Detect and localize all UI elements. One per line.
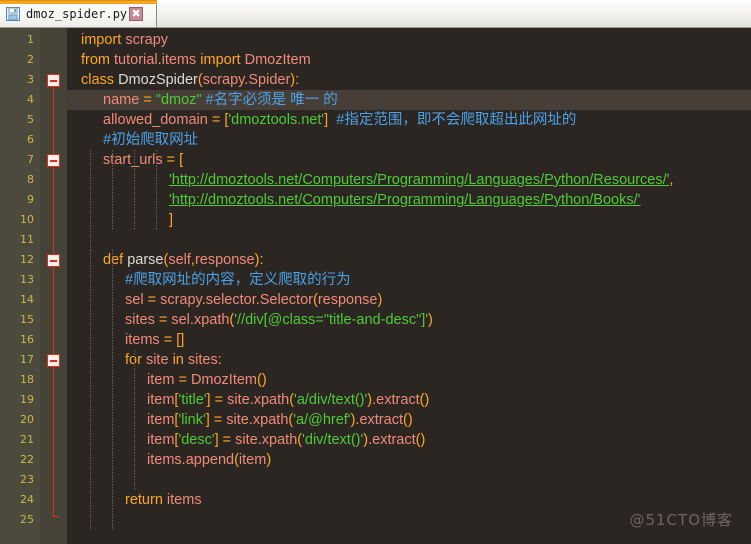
save-disk-icon xyxy=(6,6,20,21)
fold-end-tick xyxy=(53,516,59,517)
code-line[interactable]: #爬取网址的内容，定义爬取的行为 xyxy=(67,270,751,290)
active-tab-accent xyxy=(0,0,157,4)
code-text: start_urls = [ xyxy=(103,152,184,168)
code-text: def parse(self,response): xyxy=(103,252,264,268)
indent-guide xyxy=(90,150,91,250)
code-text: items.append(item) xyxy=(147,452,272,468)
line-number: 6 xyxy=(27,133,34,146)
line-number: 13 xyxy=(20,273,34,286)
fold-toggle-icon[interactable] xyxy=(47,154,60,167)
indent-guide xyxy=(112,150,113,230)
code-text: 'http://dmoztools.net/Computers/Programm… xyxy=(169,172,674,188)
code-line[interactable]: #初始爬取网址 xyxy=(67,130,751,150)
code-line[interactable]: items = [] xyxy=(67,330,751,350)
code-editor-window: dmoz_spider.py ✖ 1 2 3 4 5 6 7 8 9 10 11 12 13 14 15 16… xyxy=(0,0,751,544)
line-number: 12 xyxy=(20,253,34,266)
code-text: #初始爬取网址 xyxy=(103,132,199,148)
indent-guide xyxy=(134,150,135,230)
code-line[interactable]: allowed_domain = ['dmoztools.net'] #指定范围… xyxy=(67,110,751,130)
line-number: 23 xyxy=(20,473,34,486)
tab-bar: dmoz_spider.py ✖ xyxy=(0,0,751,28)
code-text: item['desc'] = site.xpath('div/text()').… xyxy=(147,432,426,448)
tab-dmoz-spider-py[interactable]: dmoz_spider.py ✖ xyxy=(0,0,157,27)
line-number: 3 xyxy=(27,73,34,86)
fold-range-line xyxy=(53,80,54,516)
line-number: 19 xyxy=(20,393,34,406)
line-number: 10 xyxy=(20,213,34,226)
code-line[interactable]: 'http://dmoztools.net/Computers/Programm… xyxy=(67,190,751,210)
line-number: 7 xyxy=(27,153,34,166)
code-text: ] xyxy=(169,212,174,228)
code-text: for site in sites: xyxy=(125,352,222,368)
code-line[interactable]: class DmozSpider(scrapy.Spider): xyxy=(67,70,751,90)
indent-guide xyxy=(112,250,113,530)
code-line[interactable]: import scrapy xyxy=(67,30,751,50)
line-number: 18 xyxy=(20,373,34,386)
fold-toggle-icon[interactable] xyxy=(47,354,60,367)
code-text: item['link'] = site.xpath('a/@href').ext… xyxy=(147,412,413,428)
code-line[interactable]: for site in sites: xyxy=(67,350,751,370)
code-line[interactable]: item['title'] = site.xpath('a/div/text()… xyxy=(67,390,751,410)
line-number: 22 xyxy=(20,453,34,466)
tab-title: dmoz_spider.py xyxy=(26,6,128,21)
line-number: 8 xyxy=(27,173,34,186)
code-line[interactable]: start_urls = [ xyxy=(67,150,751,170)
line-number: 5 xyxy=(27,113,34,126)
code-text: class DmozSpider(scrapy.Spider): xyxy=(81,72,300,88)
line-number: 20 xyxy=(20,413,34,426)
code-line[interactable]: ] xyxy=(67,210,751,230)
code-line[interactable] xyxy=(67,230,751,250)
code-text: return items xyxy=(125,492,202,508)
line-number: 15 xyxy=(20,313,34,326)
code-text: sel = scrapy.selector.Selector(response) xyxy=(125,292,383,308)
indent-guide xyxy=(156,150,157,230)
close-icon[interactable]: ✖ xyxy=(129,6,144,21)
code-line[interactable]: return items xyxy=(67,490,751,510)
fold-toggle-icon[interactable] xyxy=(47,254,60,267)
code-text: items = [] xyxy=(125,332,185,348)
code-text: item = DmozItem() xyxy=(147,372,267,388)
code-text: item['title'] = site.xpath('a/div/text()… xyxy=(147,392,430,408)
code-line[interactable] xyxy=(67,510,751,530)
code-line[interactable]: name = "dmoz" #名字必须是 唯一 的 xyxy=(67,90,751,110)
code-line[interactable]: sel = scrapy.selector.Selector(response) xyxy=(67,290,751,310)
line-number: 14 xyxy=(20,293,34,306)
line-number: 9 xyxy=(27,193,34,206)
code-text: import scrapy xyxy=(81,32,169,48)
code-text: sites = sel.xpath('//div[@class="title-a… xyxy=(125,312,433,328)
line-number: 1 xyxy=(27,33,34,46)
code-text: #爬取网址的内容，定义爬取的行为 xyxy=(125,272,351,288)
indent-guide xyxy=(134,350,135,490)
code-line[interactable]: def parse(self,response): xyxy=(67,250,751,270)
line-number: 2 xyxy=(27,53,34,66)
code-line[interactable]: item['desc'] = site.xpath('div/text()').… xyxy=(67,430,751,450)
line-number: 4 xyxy=(27,93,34,106)
code-line[interactable]: item = DmozItem() xyxy=(67,370,751,390)
code-text: 'http://dmoztools.net/Computers/Programm… xyxy=(169,192,641,208)
code-text: from tutorial.items import DmozItem xyxy=(81,52,311,68)
editor-body[interactable]: 1 2 3 4 5 6 7 8 9 10 11 12 13 14 15 16 17 18 19 20 21 22 23 24 2… xyxy=(0,28,751,544)
code-line[interactable]: from tutorial.items import DmozItem xyxy=(67,50,751,70)
fold-toggle-icon[interactable] xyxy=(47,74,60,87)
line-number: 16 xyxy=(20,333,34,346)
line-number: 25 xyxy=(20,513,34,526)
code-text: allowed_domain = ['dmoztools.net'] #指定范围… xyxy=(103,112,577,128)
code-line[interactable]: sites = sel.xpath('//div[@class="title-a… xyxy=(67,310,751,330)
line-number: 21 xyxy=(20,433,34,446)
code-text: name = "dmoz" #名字必须是 唯一 的 xyxy=(103,92,338,108)
code-line[interactable] xyxy=(67,470,751,490)
line-number: 11 xyxy=(20,233,34,246)
code-line[interactable]: 'http://dmoztools.net/Computers/Programm… xyxy=(67,170,751,190)
line-number: 24 xyxy=(20,493,34,506)
code-line[interactable]: items.append(item) xyxy=(67,450,751,470)
code-line[interactable]: item['link'] = site.xpath('a/@href').ext… xyxy=(67,410,751,430)
indent-guide xyxy=(90,250,91,530)
line-number: 17 xyxy=(20,353,34,366)
